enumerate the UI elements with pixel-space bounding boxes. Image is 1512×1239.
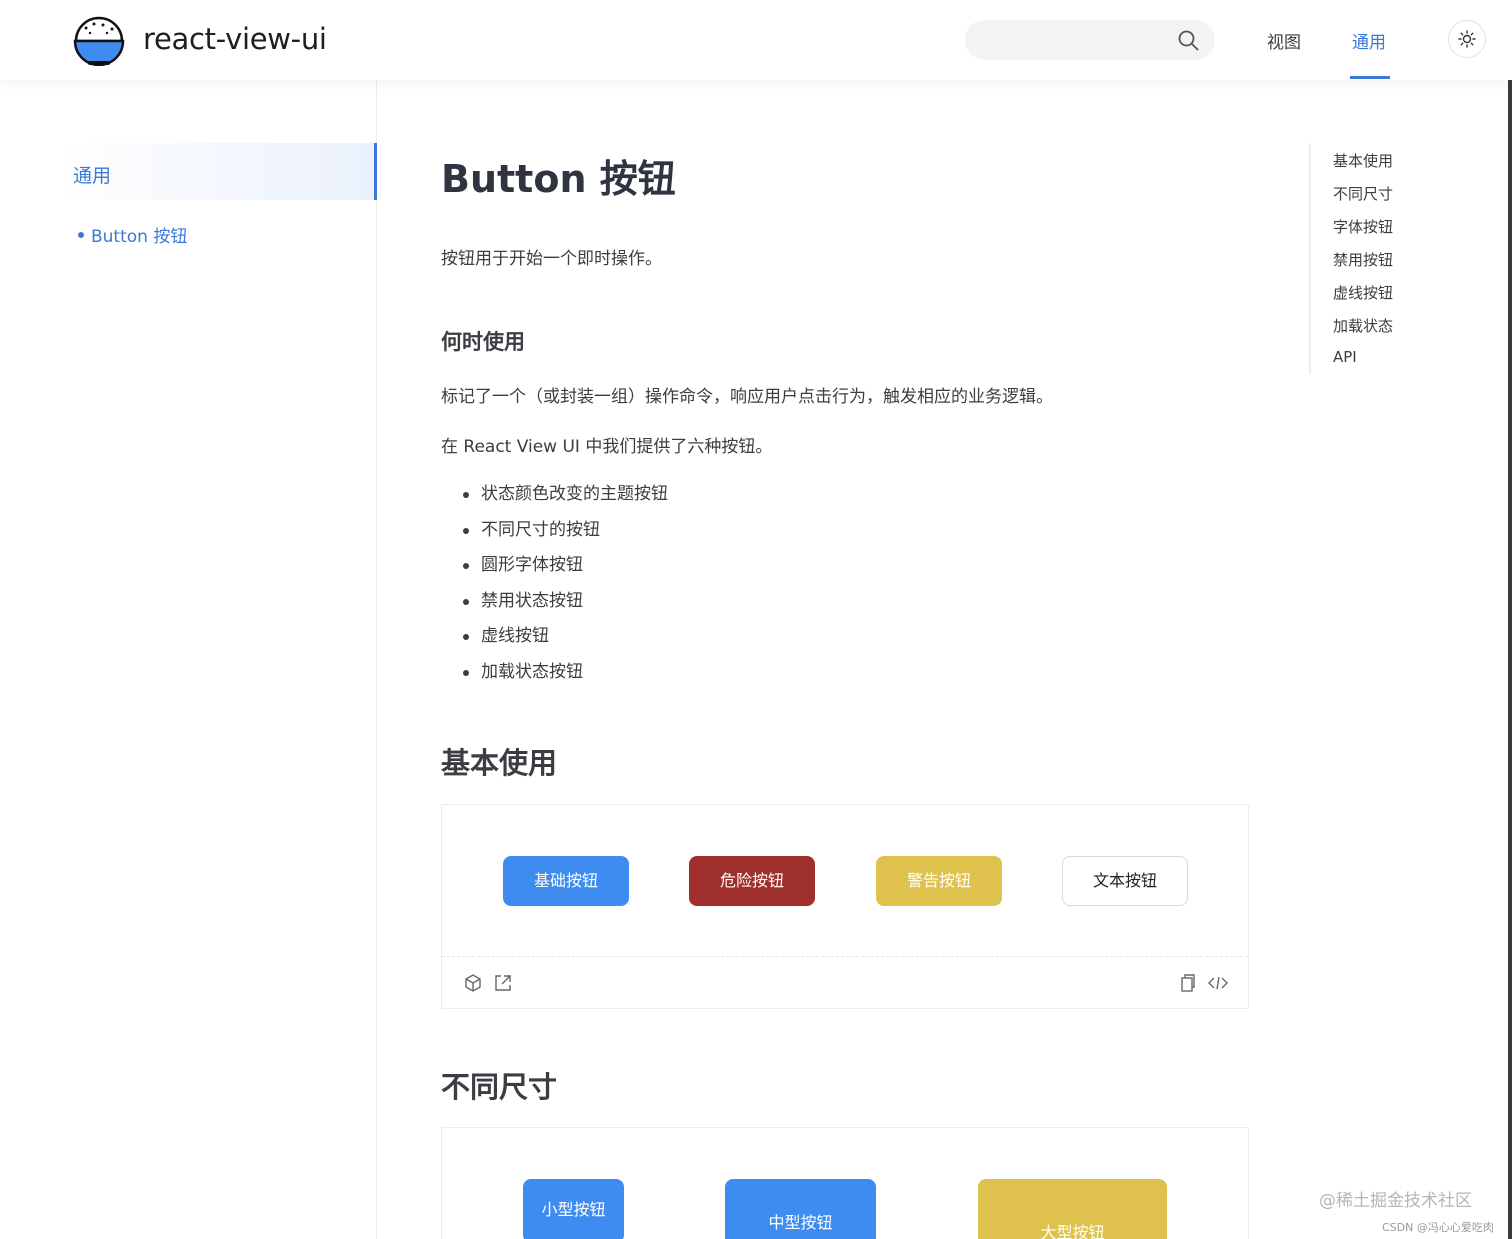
toc-item[interactable]: 禁用按钮: [1333, 249, 1393, 270]
code-icon[interactable]: [1207, 973, 1229, 993]
toc-item[interactable]: 虚线按钮: [1333, 282, 1393, 303]
copy-icon[interactable]: [1178, 973, 1198, 993]
danger-button[interactable]: 危险按钮: [689, 856, 815, 906]
juejin-watermark: @稀土掘金技术社区: [1319, 1191, 1472, 1211]
site-title[interactable]: react-view-ui: [143, 22, 327, 56]
sidebar-group-general[interactable]: 通用: [55, 143, 377, 200]
open-external-icon[interactable]: [493, 973, 513, 993]
left-sidebar: 通用 Button 按钮: [0, 80, 377, 1239]
nav-view[interactable]: 视图: [1267, 28, 1301, 53]
theme-toggle-button[interactable]: [1448, 20, 1486, 58]
search-input[interactable]: [965, 20, 1215, 60]
top-header: react-view-ui 视图 通用: [0, 0, 1512, 80]
large-button[interactable]: 大型按钮: [978, 1179, 1167, 1239]
nav-general[interactable]: 通用: [1352, 28, 1386, 53]
codesandbox-icon[interactable]: [463, 973, 483, 993]
small-button[interactable]: 小型按钮: [523, 1179, 624, 1239]
sun-icon: [1458, 30, 1476, 48]
sidebar-group-label: 通用: [73, 165, 112, 187]
provide-text: 在 React View UI 中我们提供了六种按钮。: [441, 437, 773, 457]
page-title: Button 按钮: [441, 157, 676, 201]
csdn-watermark: CSDN @冯心心爱吃肉: [1382, 1221, 1494, 1234]
toc-item[interactable]: 基本使用: [1333, 150, 1393, 171]
toc-item[interactable]: 不同尺寸: [1333, 183, 1393, 204]
sidebar-item-button[interactable]: Button 按钮: [78, 222, 187, 247]
warning-button[interactable]: 警告按钮: [876, 856, 1002, 906]
table-of-contents: 基本使用 不同尺寸 字体按钮 禁用按钮 虚线按钮 加载状态 API: [1309, 143, 1499, 374]
demo-stage: 基础按钮 危险按钮 警告按钮 文本按钮: [442, 805, 1248, 957]
intro-text: 按钮用于开始一个即时操作。: [441, 249, 662, 269]
feature-list: 状态颜色改变的主题按钮 不同尺寸的按钮 圆形字体按钮 禁用状态按钮 虚线按钮 加…: [463, 480, 668, 693]
demo-box-size: 小型按钮 中型按钮 大型按钮: [441, 1127, 1249, 1239]
list-item: 圆形字体按钮: [463, 551, 668, 587]
list-item: 禁用状态按钮: [463, 587, 668, 623]
toc-item[interactable]: 字体按钮: [1333, 216, 1393, 237]
rice-bowl-logo-icon[interactable]: [72, 14, 126, 66]
list-item: 加载状态按钮: [463, 658, 668, 694]
toc-item[interactable]: 加载状态: [1333, 315, 1393, 336]
list-item: 虚线按钮: [463, 622, 668, 658]
demo-actions: [442, 957, 1248, 1008]
when-heading: 何时使用: [441, 330, 525, 354]
section-heading-basic: 基本使用: [441, 746, 558, 780]
bullet-icon: [78, 232, 84, 238]
window-edge: [1508, 0, 1512, 1239]
demo-box-basic: 基础按钮 危险按钮 警告按钮 文本按钮: [441, 804, 1249, 1009]
text-button[interactable]: 文本按钮: [1062, 856, 1188, 906]
basic-button[interactable]: 基础按钮: [503, 856, 629, 906]
toc-item[interactable]: API: [1333, 348, 1357, 366]
search-icon[interactable]: [1177, 29, 1199, 51]
medium-button[interactable]: 中型按钮: [725, 1179, 876, 1239]
sidebar-item-label: Button 按钮: [91, 227, 188, 247]
list-item: 状态颜色改变的主题按钮: [463, 480, 668, 516]
when-text: 标记了一个（或封装一组）操作命令，响应用户点击行为，触发相应的业务逻辑。: [441, 387, 1053, 407]
section-heading-size: 不同尺寸: [441, 1070, 558, 1104]
nav-active-indicator: [1350, 76, 1390, 79]
list-item: 不同尺寸的按钮: [463, 516, 668, 552]
